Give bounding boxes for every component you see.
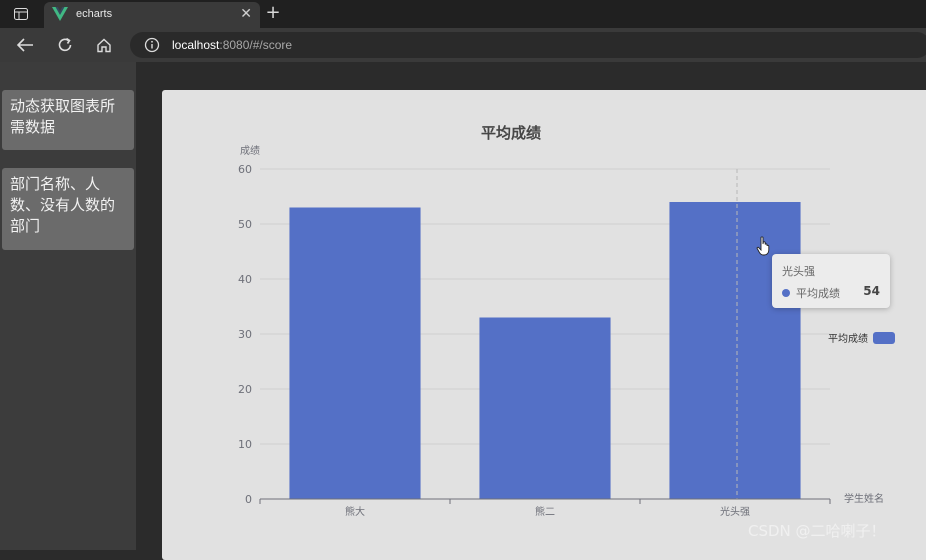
window-menu-icon[interactable] <box>8 5 34 23</box>
sidebar-item-departments[interactable]: 部门名称、人数、没有人数的部门 <box>2 168 134 250</box>
tab-title: echarts <box>76 8 113 20</box>
legend-swatch <box>873 331 895 344</box>
y-tick-label: 0 <box>245 493 252 506</box>
vue-logo-icon <box>52 7 68 21</box>
x-tick-label: 熊大 <box>345 505 365 518</box>
browser-tab-bar: echarts ✕ + <box>0 0 926 28</box>
back-icon[interactable] <box>14 34 36 56</box>
x-axis-label: 学生姓名 <box>844 492 884 505</box>
legend-label: 平均成绩 <box>828 334 868 345</box>
csdn-watermark: CSDN @二哈喇子！ <box>748 522 886 540</box>
bar-chart: 0102030405060成绩熊大 熊二 光头强学生姓名 <box>238 144 884 518</box>
x-tick-label: 熊二 <box>535 505 555 518</box>
y-axis-label: 成绩 <box>240 144 260 157</box>
tooltip-series-marker <box>782 289 790 297</box>
sidebar: 动态获取图表所需数据 部门名称、人数、没有人数的部门 <box>0 62 136 550</box>
bar-熊大 <box>289 207 421 499</box>
home-icon[interactable] <box>93 34 115 56</box>
hand-cursor-icon <box>756 236 770 256</box>
chart-legend[interactable]: 平均成绩 <box>828 330 895 345</box>
browser-tab[interactable]: echarts ✕ <box>44 2 260 28</box>
address-bar[interactable]: localhost:8080/#/score <box>130 32 926 58</box>
page-content: 动态获取图表所需数据 部门名称、人数、没有人数的部门 平均成绩 0 10 20 30 4… <box>0 62 926 560</box>
chart-tooltip: 光头强 平均成绩 54 <box>772 254 890 308</box>
tooltip-series-name: 平均成绩 <box>796 287 840 300</box>
y-tick-label: 10 <box>238 438 252 451</box>
y-tick-label: 30 <box>238 328 252 341</box>
url-text[interactable]: localhost:8080/#/score <box>172 38 292 52</box>
new-tab-button[interactable]: + <box>262 2 284 24</box>
tooltip-value: 54 <box>863 284 880 298</box>
url-host: localhost <box>172 38 220 52</box>
sidebar-item-dynamic-data[interactable]: 动态获取图表所需数据 <box>2 90 134 150</box>
y-tick-label: 40 <box>238 273 252 286</box>
url-path: :8080/#/score <box>219 38 293 52</box>
reload-icon[interactable] <box>54 34 76 56</box>
site-info-icon[interactable] <box>144 37 160 53</box>
bar-熊二 <box>479 317 611 499</box>
tooltip-category: 光头强 <box>782 265 815 278</box>
bar-光头强 <box>669 202 801 499</box>
browser-toolbar: localhost:8080/#/score <box>0 28 926 62</box>
y-tick-label: 50 <box>238 218 252 231</box>
y-tick-label: 20 <box>238 383 252 396</box>
y-tick-label: 60 <box>238 163 252 176</box>
chart-container: 平均成绩 0 10 20 30 40 50 60 成绩 熊大 熊二 光头强 学生姓名 平均成绩 光头强… <box>162 90 926 560</box>
x-tick-label: 光头强 <box>720 505 750 518</box>
tab-close-icon[interactable]: ✕ <box>240 6 252 22</box>
